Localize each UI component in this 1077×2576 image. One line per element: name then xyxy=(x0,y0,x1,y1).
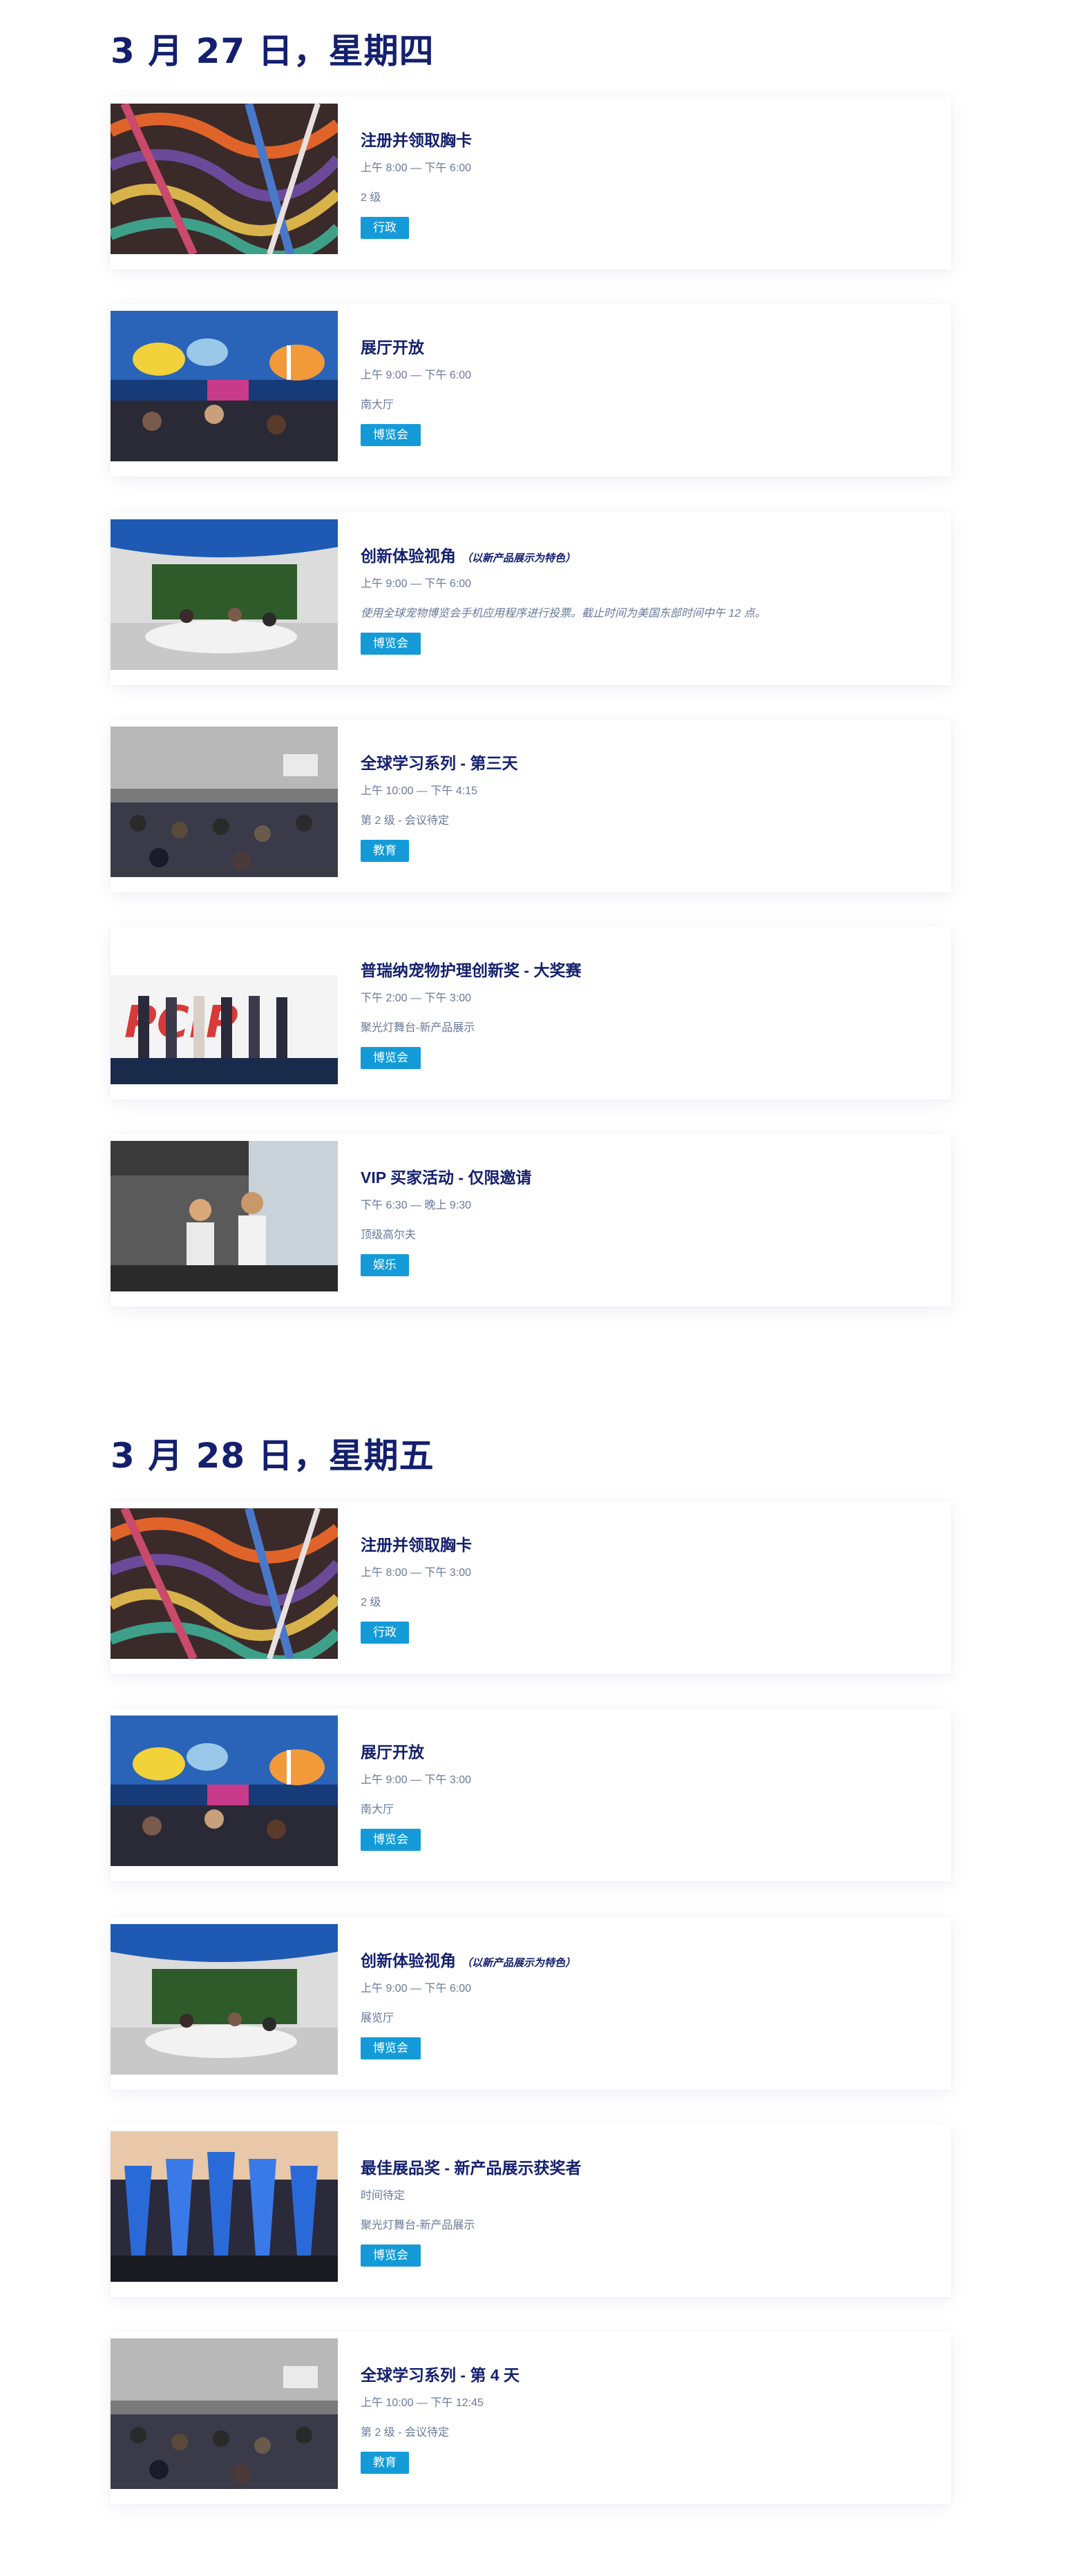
event-tag[interactable]: 博览会 xyxy=(361,424,421,446)
event-time: 上午 8:00 — 下午 3:00 xyxy=(361,1567,472,1579)
event-title[interactable]: 展厅开放 xyxy=(361,334,424,358)
event-time: 上午 8:00 — 下午 6:00 xyxy=(361,162,472,174)
event-title[interactable]: 普瑞纳宠物护理创新奖 - 大奖赛 xyxy=(361,957,581,981)
event-tag[interactable]: 博览会 xyxy=(361,1047,421,1069)
event-title[interactable]: 创新体验视角 （以新产品展示为特色） xyxy=(361,1948,575,1971)
event-location: 2 级 xyxy=(361,1597,381,1608)
event-image[interactable] xyxy=(111,311,338,461)
event-tag[interactable]: 行政 xyxy=(361,1622,409,1644)
event-image[interactable] xyxy=(111,934,338,1084)
event-card[interactable]: 全球学习系列 - 第三天 上午 10:00 — 下午 4:15 第 2 级 - … xyxy=(111,720,951,892)
event-image[interactable] xyxy=(111,1715,338,1866)
event-time: 时间待定 xyxy=(361,2190,406,2202)
event-title[interactable]: 注册并领取胸卡 xyxy=(361,1532,472,1555)
event-image[interactable] xyxy=(111,104,338,254)
event-card[interactable]: 全球学习系列 - 第 4 天 上午 10:00 — 下午 12:45 第 2 级… xyxy=(111,2332,951,2504)
event-location: 2 级 xyxy=(361,192,381,204)
event-title[interactable]: 全球学习系列 - 第 4 天 xyxy=(361,2362,520,2385)
event-tag[interactable]: 博览会 xyxy=(361,1829,421,1851)
event-location: 第 2 级 - 会议待定 xyxy=(361,815,450,827)
event-tag[interactable]: 行政 xyxy=(361,217,409,239)
event-title[interactable]: 最佳展品奖 - 新产品展示获奖者 xyxy=(361,2155,581,2178)
event-card[interactable]: 展厅开放 上午 9:00 — 下午 6:00 南大厅 博览会 xyxy=(111,304,951,477)
event-time: 上午 10:00 — 下午 12:45 xyxy=(361,2397,484,2409)
event-time: 上午 10:00 — 下午 4:15 xyxy=(361,785,477,797)
event-title[interactable]: 注册并领取胸卡 xyxy=(361,127,472,151)
event-time: 上午 9:00 — 下午 6:00 xyxy=(361,369,472,381)
event-subtitle: （以新产品展示为特色） xyxy=(461,1957,576,1969)
event-subtitle: （以新产品展示为特色） xyxy=(461,552,576,564)
event-tag[interactable]: 博览会 xyxy=(361,2245,421,2267)
event-time: 上午 9:00 — 下午 6:00 xyxy=(361,1983,472,1995)
event-tag[interactable]: 博览会 xyxy=(361,633,421,655)
event-location: 南大厅 xyxy=(361,1804,394,1816)
event-image[interactable] xyxy=(111,1924,338,2075)
event-card[interactable]: 展厅开放 上午 9:00 — 下午 3:00 南大厅 博览会 xyxy=(111,1709,951,1881)
event-card[interactable]: 最佳展品奖 - 新产品展示获奖者 时间待定 聚光灯舞台-新产品展示 博览会 xyxy=(111,2124,951,2297)
event-card[interactable]: 注册并领取胸卡 上午 8:00 — 下午 6:00 2 级 行政 xyxy=(111,97,951,269)
event-card[interactable]: VIP 买家活动 - 仅限邀请 下午 6:30 — 晚上 9:30 顶级高尔夫 … xyxy=(111,1134,951,1307)
event-time: 上午 9:00 — 下午 3:00 xyxy=(361,1774,472,1786)
event-location: 聚光灯舞台-新产品展示 xyxy=(361,2220,475,2231)
event-time: 下午 2:00 — 下午 3:00 xyxy=(361,992,472,1004)
event-tag[interactable]: 教育 xyxy=(361,840,409,862)
event-image[interactable] xyxy=(111,1508,338,1659)
event-note: 使用全球宠物博览会手机应用程序进行投票。截止时间为美国东部时间中午 12 点。 xyxy=(361,608,766,619)
event-title[interactable]: 展厅开放 xyxy=(361,1739,424,1762)
event-image[interactable] xyxy=(111,1141,338,1291)
event-image[interactable] xyxy=(111,2338,338,2489)
event-card[interactable]: 注册并领取胸卡 上午 8:00 — 下午 3:00 2 级 行政 xyxy=(111,1501,951,1674)
event-tag[interactable]: 娱乐 xyxy=(361,1254,409,1276)
event-card[interactable]: 普瑞纳宠物护理创新奖 - 大奖赛 下午 2:00 — 下午 3:00 聚光灯舞台… xyxy=(111,927,951,1099)
event-card[interactable]: 创新体验视角 （以新产品展示为特色） 上午 9:00 — 下午 6:00 展览厅 … xyxy=(111,1917,951,2090)
event-title[interactable]: VIP 买家活动 - 仅限邀请 xyxy=(361,1164,532,1188)
day-heading: 3 月 28 日，星期五 xyxy=(111,1436,435,1476)
event-location: 南大厅 xyxy=(361,399,394,411)
event-location: 第 2 级 - 会议待定 xyxy=(361,2427,450,2439)
event-image[interactable] xyxy=(111,727,338,877)
event-card[interactable]: 创新体验视角 （以新产品展示为特色） 上午 9:00 — 下午 6:00 使用全球… xyxy=(111,512,951,685)
event-image[interactable] xyxy=(111,519,338,670)
event-title[interactable]: 创新体验视角 （以新产品展示为特色） xyxy=(361,543,575,566)
event-image[interactable] xyxy=(111,2131,338,2282)
event-tag[interactable]: 教育 xyxy=(361,2452,409,2474)
event-time: 上午 9:00 — 下午 6:00 xyxy=(361,578,472,590)
event-location: 顶级高尔夫 xyxy=(361,1229,417,1241)
event-time: 下午 6:30 — 晚上 9:30 xyxy=(361,1200,472,1211)
day-heading: 3 月 27 日，星期四 xyxy=(111,31,435,71)
event-location: 展览厅 xyxy=(361,2012,394,2024)
event-tag[interactable]: 博览会 xyxy=(361,2037,421,2059)
event-title[interactable]: 全球学习系列 - 第三天 xyxy=(361,750,517,773)
event-location: 聚光灯舞台-新产品展示 xyxy=(361,1022,475,1034)
